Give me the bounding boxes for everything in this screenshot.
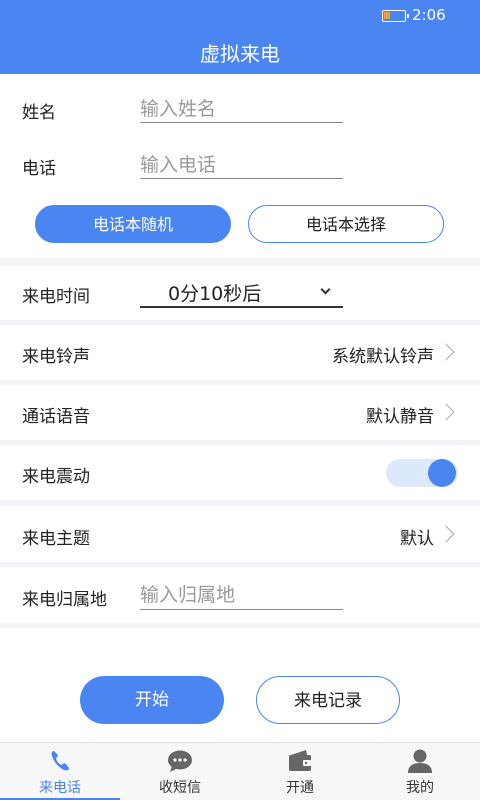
status-time: 2:06 <box>412 6 446 24</box>
chevron-right-icon <box>437 343 455 361</box>
call-voice-label: 通话语音 <box>22 407 90 427</box>
ringtone-value: 系统默认铃声 <box>332 347 434 367</box>
tab-label: 收短信 <box>159 780 201 796</box>
battery-icon <box>382 10 409 22</box>
call-time-select[interactable]: 0分10秒后 <box>140 274 343 310</box>
chevron-down-icon <box>320 284 331 295</box>
phone-input[interactable] <box>140 150 340 180</box>
location-label: 来电归属地 <box>22 590 107 610</box>
tab-activate[interactable]: 开通 <box>240 743 360 800</box>
caller-card: 姓名 电话 电话本随机 电话本选择 <box>0 74 480 258</box>
tab-label: 来电话 <box>39 780 81 796</box>
status-bar: 2:06 <box>0 0 480 30</box>
call-time-row: 来电时间 0分10秒后 <box>0 266 480 320</box>
toggle-knob <box>428 459 456 487</box>
chevron-right-icon <box>437 525 455 543</box>
call-voice-value: 默认静音 <box>366 407 434 427</box>
name-underline <box>140 122 343 123</box>
vibrate-row: 来电震动 <box>0 445 480 500</box>
location-row: 来电归属地 <box>0 567 480 623</box>
start-button[interactable]: 开始 <box>80 676 224 724</box>
user-icon <box>408 749 432 773</box>
title-bar: 虚拟来电 <box>0 30 480 74</box>
name-label: 姓名 <box>22 103 56 123</box>
tab-incoming-call[interactable]: 来电话 <box>0 743 120 800</box>
phone-label: 电话 <box>22 159 56 179</box>
tab-mine[interactable]: 我的 <box>360 743 480 800</box>
tab-label: 我的 <box>406 780 434 796</box>
bottom-tab-bar: 来电话 收短信 开通 我的 <box>0 742 480 800</box>
theme-label: 来电主题 <box>22 529 90 549</box>
tab-receive-sms[interactable]: 收短信 <box>120 743 240 800</box>
chat-bubble-icon <box>168 750 192 772</box>
theme-row[interactable]: 来电主题 默认 <box>0 506 480 562</box>
chevron-right-icon <box>437 403 455 421</box>
tab-label: 开通 <box>286 780 314 796</box>
phone-underline <box>140 178 343 179</box>
call-time-label: 来电时间 <box>22 287 90 307</box>
phone-icon <box>51 751 69 771</box>
location-underline <box>140 609 343 610</box>
call-time-value: 0分10秒后 <box>168 283 262 305</box>
call-time-underline <box>140 306 343 308</box>
name-input[interactable] <box>140 94 340 124</box>
page-title: 虚拟来电 <box>200 42 280 66</box>
call-records-button[interactable]: 来电记录 <box>256 676 400 724</box>
phonebook-select-button[interactable]: 电话本选择 <box>248 205 444 243</box>
ringtone-row[interactable]: 来电铃声 系统默认铃声 <box>0 325 480 380</box>
vibrate-label: 来电震动 <box>22 467 90 487</box>
wallet-icon <box>289 750 311 771</box>
theme-value: 默认 <box>400 529 434 549</box>
call-voice-row[interactable]: 通话语音 默认静音 <box>0 385 480 440</box>
location-input[interactable] <box>140 580 340 610</box>
ringtone-label: 来电铃声 <box>22 347 90 367</box>
action-area: 开始 来电记录 <box>0 628 480 742</box>
phonebook-random-button[interactable]: 电话本随机 <box>35 205 231 243</box>
